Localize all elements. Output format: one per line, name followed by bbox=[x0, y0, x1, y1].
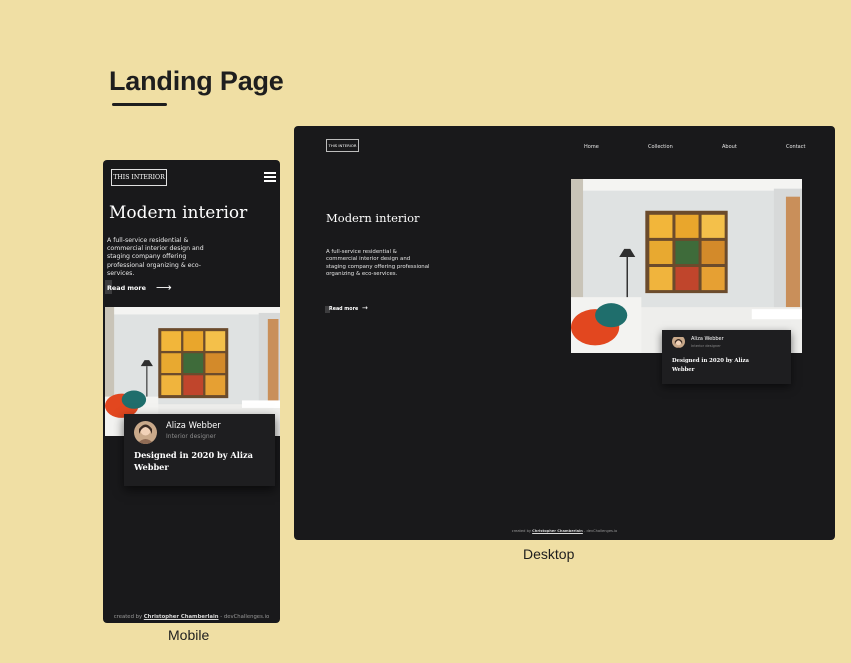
footer-suffix: - devChallenges.io bbox=[584, 529, 618, 533]
read-more-button[interactable]: Read more bbox=[107, 284, 146, 292]
avatar-image bbox=[672, 335, 685, 348]
nav-about[interactable]: About bbox=[722, 144, 737, 150]
read-more-button[interactable]: Read more bbox=[329, 307, 358, 312]
footer-author-link[interactable]: Christopher Chamberlain bbox=[532, 529, 583, 533]
hero-heading: Modern interior bbox=[109, 203, 248, 223]
designer-card: Aliza Webber Interior designer Designed … bbox=[662, 330, 791, 384]
designer-name: Aliza Webber bbox=[166, 420, 221, 430]
desktop-frame: THIS INTERIOR Home Collection About Cont… bbox=[294, 126, 835, 540]
arrow-right-icon[interactable]: ⟶ bbox=[156, 281, 172, 294]
footer-suffix: - devChallenges.io bbox=[220, 614, 270, 620]
arrow-right-icon[interactable]: → bbox=[362, 304, 368, 312]
designer-role: Interior designer bbox=[166, 433, 216, 440]
design-credit: Designed in 2020 by Aliza Webber bbox=[134, 450, 253, 472]
hamburger-menu-icon[interactable] bbox=[264, 172, 276, 182]
title-underline bbox=[112, 103, 167, 106]
designer-card: Aliza Webber Interior designer Designed … bbox=[124, 414, 275, 486]
footer-credit: created by Christopher Chamberlain - dev… bbox=[294, 529, 835, 533]
mobile-frame: THIS INTERIOR Modern interior A full-ser… bbox=[103, 160, 280, 623]
nav-contact[interactable]: Contact bbox=[786, 144, 805, 150]
site-logo[interactable]: THIS INTERIOR bbox=[111, 169, 167, 186]
footer-author-link[interactable]: Christopher Chamberlain bbox=[144, 614, 219, 620]
page-title: Landing Page bbox=[109, 66, 284, 96]
mobile-label: Mobile bbox=[168, 627, 210, 643]
designer-role: Interior designer bbox=[691, 344, 721, 348]
nav-home[interactable]: Home bbox=[584, 144, 599, 150]
hero-description: A full-service residential & commercial … bbox=[107, 237, 204, 277]
designer-name: Aliza Webber bbox=[691, 336, 724, 342]
design-credit: Designed in 2020 by Aliza Webber bbox=[672, 358, 749, 373]
hero-photo bbox=[571, 179, 802, 353]
footer-prefix: created by bbox=[113, 614, 143, 620]
avatar-image bbox=[134, 421, 157, 444]
footer-prefix: created by bbox=[511, 529, 531, 533]
desktop-label: Desktop bbox=[523, 546, 575, 562]
nav-collection[interactable]: Collection bbox=[648, 144, 673, 150]
footer-credit: created by Christopher Chamberlain - dev… bbox=[103, 614, 280, 620]
site-logo[interactable]: THIS INTERIOR bbox=[326, 139, 359, 152]
hero-description: A full-service residential & commercial … bbox=[326, 249, 430, 277]
hero-heading: Modern interior bbox=[326, 211, 420, 225]
